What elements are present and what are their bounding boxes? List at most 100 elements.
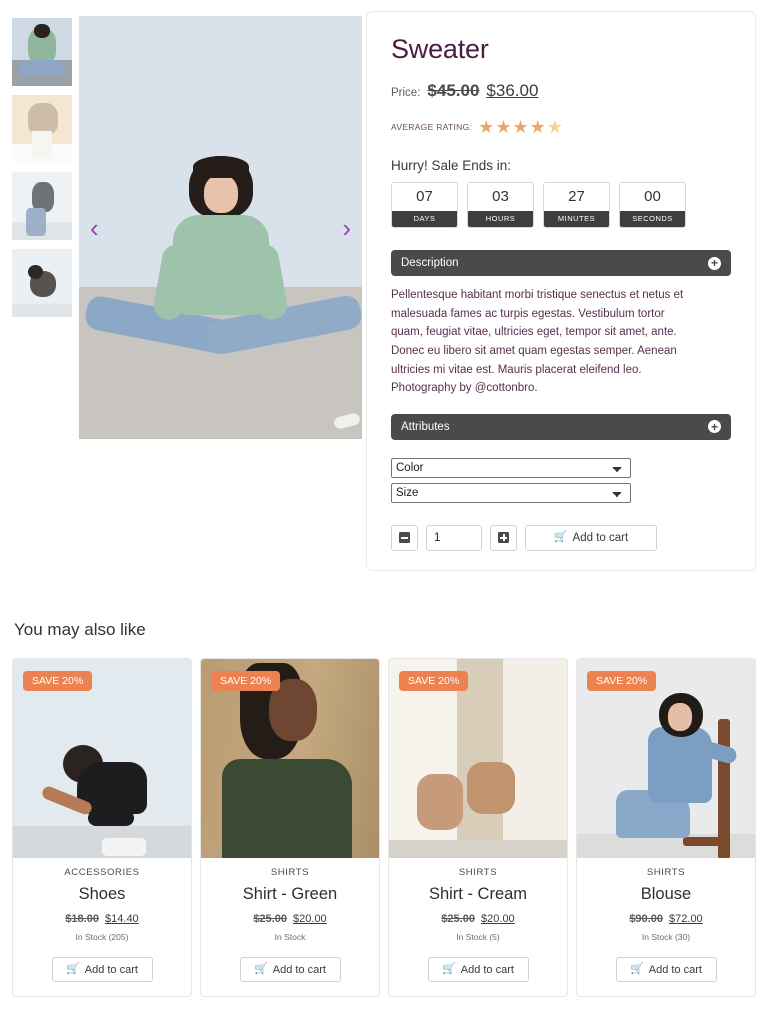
stock-status: In Stock (5) bbox=[456, 932, 500, 942]
discount-badge: SAVE 20% bbox=[211, 671, 281, 691]
product-card[interactable]: SAVE 20% ACCESSORIES Shoes $18.00 $14.40… bbox=[12, 658, 192, 997]
product-card-image[interactable]: SAVE 20% bbox=[201, 659, 379, 858]
rating-row: AVERAGE RATING: ★ ★ ★ ★ ★ bbox=[391, 118, 731, 136]
add-to-cart-button[interactable]: 🛒 Add to cart bbox=[239, 957, 341, 982]
product-card-image[interactable]: SAVE 20% bbox=[389, 659, 567, 858]
product-price-sale: $72.00 bbox=[669, 913, 703, 925]
add-to-cart-label: Add to cart bbox=[84, 963, 138, 976]
card-body-shape bbox=[648, 726, 713, 803]
cart-icon: 🛒 bbox=[254, 963, 268, 975]
product-prices: $25.00 $20.00 bbox=[211, 913, 369, 925]
cart-icon: 🛒 bbox=[630, 963, 644, 975]
star-icon: ★ bbox=[478, 117, 495, 137]
product-price-sale: $14.40 bbox=[105, 913, 139, 925]
star-icon: ★ bbox=[512, 117, 529, 137]
discount-badge: SAVE 20% bbox=[399, 671, 469, 691]
size-select[interactable]: Size bbox=[391, 482, 631, 503]
card-floor bbox=[389, 840, 567, 858]
attributes-accordion-header[interactable]: Attributes + bbox=[391, 413, 731, 440]
product-card[interactable]: SAVE 20% SHIRTS Blouse $90.00 $72.00 In … bbox=[576, 658, 756, 997]
quantity-decrease-button[interactable] bbox=[391, 524, 418, 551]
thumbnail-1[interactable] bbox=[12, 18, 72, 86]
price-row: Price: $45.00 $36.00 bbox=[391, 81, 731, 101]
stock-status: In Stock (205) bbox=[75, 932, 129, 942]
rating-label: AVERAGE RATING: bbox=[391, 122, 473, 132]
description-accordion-label: Description bbox=[401, 257, 459, 269]
cart-icon: 🛒 bbox=[442, 963, 456, 975]
quantity-increase-button[interactable] bbox=[490, 524, 517, 551]
sale-countdown-label: Hurry! Sale Ends in: bbox=[391, 158, 512, 173]
product-price-original: $90.00 bbox=[629, 913, 663, 925]
countdown-value: 03 bbox=[492, 188, 509, 205]
product-card[interactable]: SAVE 20% SHIRTS Shirt - Green $25.00 $20… bbox=[200, 658, 380, 997]
product-category: ACCESSORIES bbox=[64, 867, 140, 878]
add-to-cart-button[interactable]: 🛒 Add to cart bbox=[615, 957, 717, 982]
star-icon-partial: ★ bbox=[546, 117, 563, 137]
price-label: Price: bbox=[391, 87, 421, 99]
next-slide-icon[interactable]: › bbox=[342, 215, 351, 241]
card-shirt bbox=[222, 758, 353, 858]
product-category: SHIRTS bbox=[646, 867, 686, 878]
product-category: SHIRTS bbox=[270, 867, 310, 878]
product-name: Blouse bbox=[640, 885, 692, 903]
product-price-sale: $20.00 bbox=[481, 913, 515, 925]
product-card-image[interactable]: SAVE 20% bbox=[577, 659, 755, 858]
price-sale: $36.00 bbox=[486, 81, 539, 100]
card-hand-2 bbox=[467, 762, 516, 815]
related-heading: You may also like bbox=[14, 620, 146, 639]
product-price-original: $18.00 bbox=[65, 913, 99, 925]
product-name: Shirt - Cream bbox=[428, 885, 528, 903]
add-to-cart-label: Add to cart bbox=[572, 531, 629, 544]
star-icon: ★ bbox=[495, 117, 512, 137]
minus-icon bbox=[399, 532, 410, 544]
card-leg bbox=[87, 810, 134, 827]
countdown-unit: DAYS bbox=[392, 211, 457, 227]
product-card[interactable]: SAVE 20% SHIRTS Shirt - Cream $25.00 $20… bbox=[388, 658, 568, 997]
discount-badge: SAVE 20% bbox=[587, 671, 657, 691]
product-card-grid: SAVE 20% ACCESSORIES Shoes $18.00 $14.40… bbox=[0, 658, 768, 997]
star-icon: ★ bbox=[529, 117, 546, 137]
add-to-cart-button[interactable]: 🛒 Add to cart bbox=[427, 957, 529, 982]
related-products-section: You may also like SAVE 20% ACCESSORIES S… bbox=[0, 590, 768, 997]
product-section: ‹ › Sweater Price: $45.00 $36.00 AVERAGE… bbox=[0, 0, 768, 590]
prev-slide-icon[interactable]: ‹ bbox=[90, 215, 99, 241]
product-prices: $90.00 $72.00 bbox=[587, 913, 745, 925]
add-to-cart-button[interactable]: 🛒 Add to cart bbox=[525, 524, 657, 551]
thumb-head bbox=[34, 24, 50, 38]
cart-icon: 🛒 bbox=[553, 531, 568, 544]
card-shoe bbox=[102, 838, 146, 856]
countdown-value: 00 bbox=[644, 188, 661, 205]
thumbnail-2[interactable] bbox=[12, 95, 72, 163]
thumb-legs bbox=[20, 60, 64, 76]
quantity-and-cart-row: 🛒 Add to cart bbox=[391, 524, 731, 551]
card-face bbox=[667, 702, 692, 731]
product-name: Shirt - Green bbox=[242, 885, 338, 903]
description-text: Pellentesque habitant morbi tristique se… bbox=[391, 289, 684, 395]
product-prices: $18.00 $14.40 bbox=[23, 913, 181, 925]
thumbnail-4[interactable] bbox=[12, 249, 72, 317]
stock-status: In Stock (30) bbox=[641, 932, 691, 942]
main-product-image[interactable]: ‹ › bbox=[79, 16, 362, 439]
cart-icon: 🛒 bbox=[66, 963, 80, 975]
thumbnail-3[interactable] bbox=[12, 172, 72, 240]
quantity-input[interactable] bbox=[426, 524, 482, 551]
description-accordion-header[interactable]: Description + bbox=[391, 250, 731, 276]
color-select[interactable]: Color bbox=[391, 457, 631, 478]
plus-icon[interactable]: + bbox=[708, 256, 721, 270]
card-hand-1 bbox=[417, 774, 464, 831]
stock-status: In Stock bbox=[274, 932, 306, 942]
thumb-head bbox=[28, 265, 43, 279]
product-category: SHIRTS bbox=[458, 867, 498, 878]
countdown-hours: 03 HOURS bbox=[467, 182, 534, 228]
product-price-original: $25.00 bbox=[253, 913, 287, 925]
plus-icon[interactable]: + bbox=[708, 420, 721, 434]
add-to-cart-label: Add to cart bbox=[460, 963, 514, 976]
discount-badge: SAVE 20% bbox=[23, 671, 93, 691]
product-card-image[interactable]: SAVE 20% bbox=[13, 659, 191, 858]
add-to-cart-label: Add to cart bbox=[272, 963, 326, 976]
plus-icon bbox=[498, 532, 509, 544]
add-to-cart-button[interactable]: 🛒 Add to cart bbox=[51, 957, 153, 982]
color-select-wrap: Color bbox=[391, 457, 731, 478]
countdown-value: 07 bbox=[416, 188, 433, 205]
product-price-original: $25.00 bbox=[441, 913, 475, 925]
